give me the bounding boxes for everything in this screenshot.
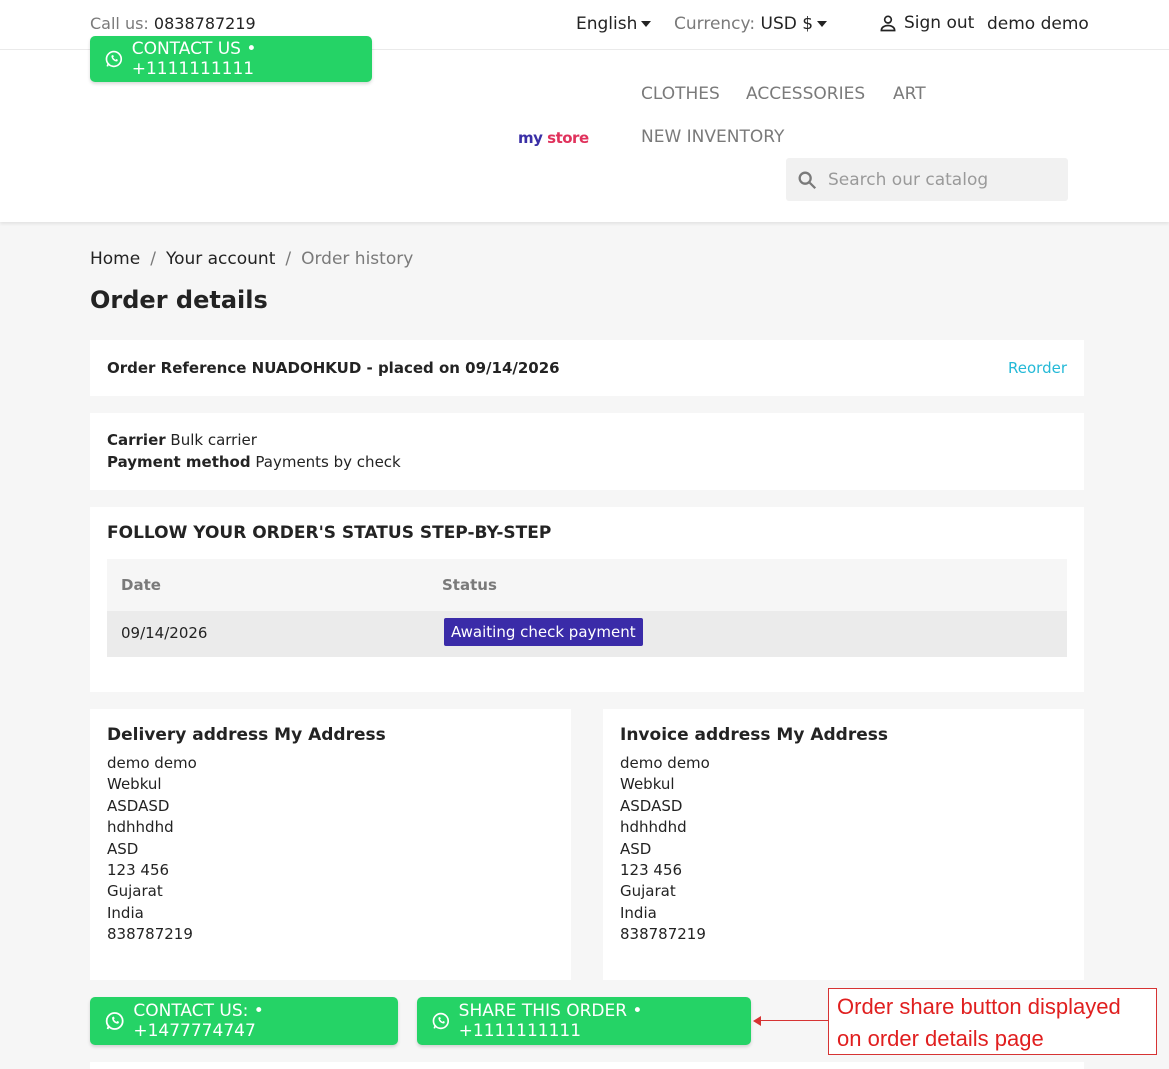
order-reference-box: Order Reference NUADOHKUD - placed on 09… <box>90 340 1084 396</box>
caret-down-icon <box>817 21 828 27</box>
whatsapp-contact-top-button[interactable]: CONTACT US • +1111111111 <box>90 36 372 82</box>
store-logo[interactable]: my store <box>518 129 589 147</box>
currency-value: USD $ <box>760 14 814 34</box>
page-title: Order details <box>90 286 268 314</box>
annotation-arrow <box>755 1020 828 1021</box>
nav-clothes[interactable]: CLOTHES <box>641 84 720 104</box>
status-date: 09/14/2026 <box>121 624 208 642</box>
address-line: demo demo <box>107 754 197 772</box>
address-line: 123 456 <box>107 861 170 880</box>
sign-out-link[interactable]: Sign out <box>878 13 974 33</box>
status-section-title: FOLLOW YOUR ORDER'S STATUS STEP-BY-STEP <box>107 523 552 543</box>
next-section-edge <box>90 1062 1084 1069</box>
address-line: hdhhdhd <box>107 818 174 837</box>
address-line: India <box>620 903 657 922</box>
user-icon <box>880 15 896 32</box>
whatsapp-icon <box>105 1012 124 1030</box>
table-row: 09/14/2026 Awaiting check payment <box>107 611 1067 657</box>
carrier-line: Carrier Bulk carrier <box>107 431 257 449</box>
order-reference: Order Reference NUADOHKUD - placed on 09… <box>107 359 560 377</box>
language-value: English <box>576 14 638 34</box>
breadcrumb-home[interactable]: Home <box>90 249 140 269</box>
status-badge: Awaiting check payment <box>444 618 643 646</box>
call-us-label: Call us: <box>90 14 149 33</box>
address-line: 838787219 <box>620 925 706 944</box>
breadcrumb-order-history[interactable]: Order history <box>301 249 413 269</box>
address-line: India <box>107 903 144 922</box>
delivery-address-title: Delivery address My Address <box>107 725 386 745</box>
breadcrumb-separator: / <box>285 249 292 269</box>
whatsapp-share-order-button[interactable]: SHARE THIS ORDER • +1111111111 <box>417 997 751 1045</box>
breadcrumb-your-account[interactable]: Your account <box>166 249 275 269</box>
address-line: demo demo <box>620 754 710 772</box>
order-status-box: FOLLOW YOUR ORDER'S STATUS STEP-BY-STEP … <box>90 507 1084 692</box>
whatsapp-contact-button[interactable]: CONTACT US: • +1477774747 <box>90 997 398 1045</box>
status-table: Date Status 09/14/2026 Awaiting check pa… <box>107 559 1067 657</box>
invoice-address-title: Invoice address My Address <box>620 725 888 745</box>
caret-down-icon <box>641 21 652 27</box>
address-line: ASDASD <box>107 796 170 815</box>
whatsapp-icon <box>432 1012 450 1030</box>
search-box <box>786 158 1068 201</box>
call-us: Call us: 0838787219 <box>90 14 256 33</box>
language-selector[interactable]: English <box>576 14 652 34</box>
status-table-header: Date Status <box>107 559 1067 611</box>
breadcrumb-separator: / <box>150 249 156 269</box>
currency-label: Currency: <box>674 14 756 34</box>
whatsapp-icon <box>105 50 123 68</box>
address-line: Webkul <box>107 775 162 794</box>
reorder-link[interactable]: Reorder <box>1008 359 1067 377</box>
account-username[interactable]: demo demo <box>987 14 1089 34</box>
call-us-number[interactable]: 0838787219 <box>154 14 256 33</box>
logo-my: my <box>518 129 543 147</box>
annotation-callout: Order share button displayed on order de… <box>828 988 1157 1055</box>
carrier-label: Carrier <box>107 431 166 449</box>
address-line: Gujarat <box>620 882 676 901</box>
logo-store: store <box>547 129 589 147</box>
invoice-address-lines: demo demo Webkul ASDASD hdhhdhd ASD 123 … <box>620 753 710 946</box>
address-line: ASD <box>107 839 139 858</box>
nav-new-inventory[interactable]: NEW INVENTORY <box>641 127 784 147</box>
payment-value: Payments by check <box>255 453 401 471</box>
sign-out-label: Sign out <box>904 13 975 33</box>
search-icon[interactable] <box>796 169 818 191</box>
address-line: 123 456 <box>620 861 683 880</box>
column-header-date: Date <box>121 576 161 594</box>
nav-art[interactable]: ART <box>893 84 926 104</box>
order-info-box: Carrier Bulk carrier Payment method Paym… <box>90 413 1084 490</box>
delivery-address-lines: demo demo Webkul ASDASD hdhhdhd ASD 123 … <box>107 753 197 946</box>
address-line: hdhhdhd <box>620 818 687 837</box>
address-line: Gujarat <box>107 882 163 901</box>
column-header-status: Status <box>442 576 497 594</box>
address-line: ASD <box>620 839 652 858</box>
address-line: ASDASD <box>620 796 683 815</box>
carrier-value: Bulk carrier <box>170 431 257 449</box>
contact-top-label: CONTACT US • +1111111111 <box>131 39 257 79</box>
payment-label: Payment method <box>107 453 251 471</box>
invoice-address-box: Invoice address My Address demo demo Web… <box>603 709 1084 980</box>
delivery-address-box: Delivery address My Address demo demo We… <box>90 709 571 980</box>
breadcrumb: Home / Your account / Order history <box>90 249 413 269</box>
annotation-arrowhead-icon <box>753 1016 761 1026</box>
payment-line: Payment method Payments by check <box>107 453 401 471</box>
nav-accessories[interactable]: ACCESSORIES <box>746 84 865 104</box>
address-line: Webkul <box>620 775 675 794</box>
address-line: 838787219 <box>107 925 193 944</box>
contact-button-label: CONTACT US: • +1477774747 <box>133 1001 264 1041</box>
currency-selector[interactable]: Currency: USD $ <box>674 14 828 34</box>
share-button-label: SHARE THIS ORDER • +1111111111 <box>458 1001 643 1041</box>
search-input[interactable] <box>828 169 1048 190</box>
